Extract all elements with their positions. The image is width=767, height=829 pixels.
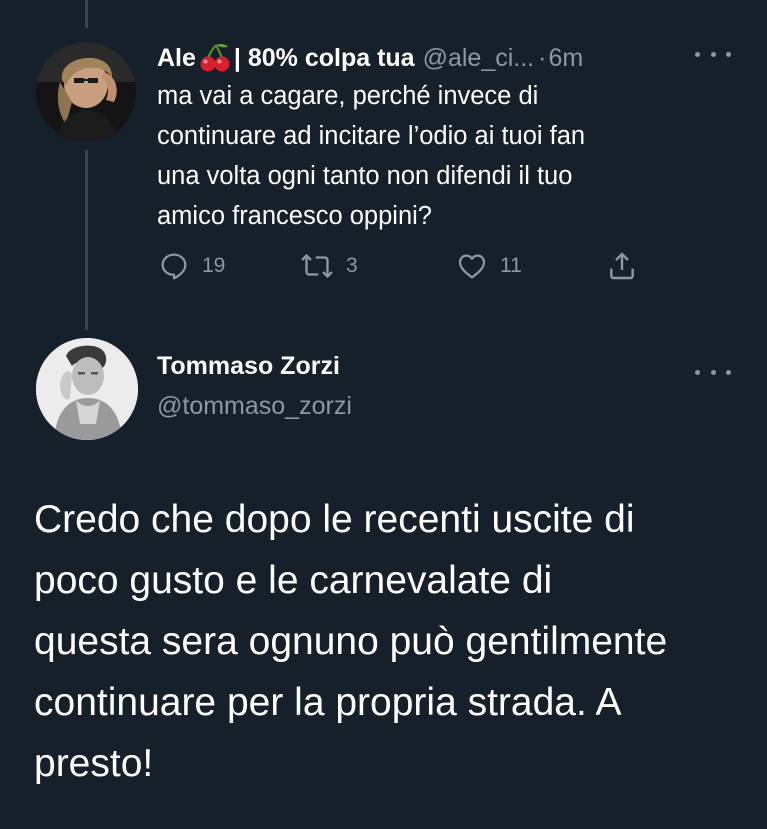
cherries-emoji (198, 43, 232, 73)
like-count: 11 (500, 254, 522, 277)
more-dot (726, 369, 731, 375)
reply-action-bar: 19 3 11 (158, 248, 658, 284)
reply-text-line: continuare ad incitare l’odio ai tuoi fa… (157, 122, 586, 150)
reply-icon (161, 253, 187, 280)
reply-count: 19 (202, 254, 226, 277)
main-text-line: Credo che dopo le recenti uscite di (34, 498, 635, 541)
like-icon (458, 254, 486, 279)
main-text-line: continuare per la propria strada. A (34, 681, 622, 724)
reply-header: Ale | 80% colpa tua @ale_ci... · 6m (157, 40, 583, 76)
retweet-count: 3 (346, 254, 358, 277)
main-text-line: poco gusto e le carnevalate di (34, 559, 553, 602)
main-more-icon[interactable] (695, 362, 731, 382)
reply-separator: · (538, 43, 547, 72)
main-author-name[interactable]: Tommaso Zorzi (157, 352, 340, 381)
more-dot (695, 369, 700, 375)
reply-more-icon[interactable] (695, 44, 731, 64)
main-text-line: presto! (34, 742, 154, 785)
avatar-tommaso-zorzi-image (36, 338, 138, 440)
reply-button[interactable]: 19 (158, 248, 225, 284)
more-dot (710, 51, 716, 57)
reply-author-name[interactable]: Ale (157, 44, 196, 73)
more-dot (710, 369, 716, 375)
thread-line-top (85, 0, 88, 28)
thread-line-middle (85, 150, 88, 330)
reply-text-line: una volta ogni tanto non difendi il tuo (157, 162, 573, 190)
main-tweet-text: Credo che dopo le recenti uscite di poco… (34, 489, 754, 794)
more-dot (726, 51, 731, 57)
avatar-tommaso-zorzi[interactable] (36, 338, 138, 440)
main-author-handle[interactable]: @tommaso_zorzi (157, 392, 352, 421)
reply-text-line: amico francesco oppini? (157, 202, 432, 230)
reply-author-handle[interactable]: @ale_ci... (423, 44, 535, 73)
reply-timestamp[interactable]: 6m (548, 44, 583, 73)
retweet-button[interactable]: 3 (300, 248, 358, 284)
share-button[interactable] (606, 248, 638, 284)
reply-text: ma vai a cagare, perché invece di contin… (157, 76, 717, 236)
retweet-icon (301, 253, 333, 279)
share-icon (610, 252, 634, 280)
like-button[interactable]: 11 (456, 248, 522, 284)
avatar-ale-image (36, 42, 136, 142)
reply-author-name-suffix: | 80% colpa tua (233, 43, 415, 72)
avatar-ale[interactable] (36, 42, 136, 142)
main-text-line: questa sera ognuno può gentilmente (34, 620, 668, 663)
reply-text-line: ma vai a cagare, perché invece di (157, 82, 539, 110)
more-dot (695, 51, 700, 57)
